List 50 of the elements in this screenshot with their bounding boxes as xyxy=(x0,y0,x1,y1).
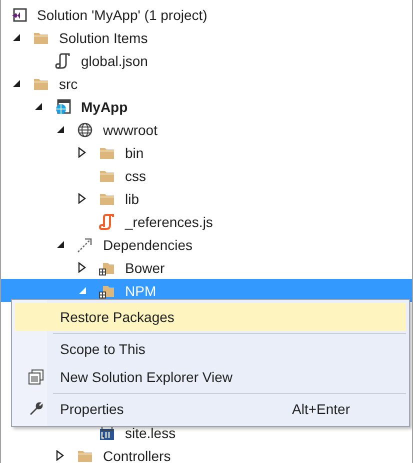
script-file-icon xyxy=(55,52,71,68)
tree-item[interactable]: Dependencies xyxy=(1,233,412,256)
wrench-icon xyxy=(28,401,44,417)
item-label: Solution Items xyxy=(59,30,148,46)
item-label: wwwroot xyxy=(103,122,158,138)
item-label: Controllers xyxy=(103,448,171,463)
tree-item[interactable]: Controllers xyxy=(1,444,412,463)
item-label: NPM xyxy=(125,282,156,298)
menu-item[interactable]: Scope to This xyxy=(15,335,406,363)
item-label: MyApp xyxy=(81,98,128,114)
tree-item[interactable]: Bower xyxy=(1,256,412,279)
item-label: src xyxy=(59,76,78,92)
tree-item[interactable]: Solution Items xyxy=(1,26,412,49)
item-label: lib xyxy=(125,190,140,206)
less-file-icon xyxy=(99,424,115,440)
windows-icon xyxy=(28,369,44,385)
web-project-icon xyxy=(55,98,71,114)
item-label: global.json xyxy=(81,52,148,68)
item-label: bin xyxy=(125,144,144,160)
item-label: Dependencies xyxy=(103,236,193,252)
tree-item[interactable]: MyApp xyxy=(1,95,412,118)
expand-arrow-icon[interactable] xyxy=(78,262,86,273)
tree-item[interactable]: wwwroot xyxy=(1,118,412,141)
tree-item[interactable]: Solution 'MyApp' (1 project) xyxy=(1,3,412,26)
item-label: site.less xyxy=(125,424,176,440)
expand-arrow-icon[interactable] xyxy=(56,450,64,461)
tree-item[interactable]: global.json xyxy=(1,49,412,72)
script-file-icon xyxy=(99,214,115,230)
tree-item[interactable]: css xyxy=(1,164,412,187)
expand-arrow-icon[interactable] xyxy=(78,193,86,204)
solution-icon xyxy=(11,6,27,22)
tree-item[interactable]: lib xyxy=(1,187,412,210)
item-label: _references.js xyxy=(125,214,213,230)
collapse-arrow-icon[interactable] xyxy=(34,102,42,111)
dashed-arrow-icon xyxy=(77,236,93,252)
expand-arrow-icon[interactable] xyxy=(78,147,86,158)
collapse-arrow-icon[interactable] xyxy=(56,240,64,249)
tree-item[interactable]: _references.js xyxy=(1,210,412,233)
menu-item[interactable]: Restore Packages xyxy=(15,303,406,331)
item-label: Solution 'MyApp' (1 project) xyxy=(37,6,208,22)
collapse-arrow-icon[interactable] xyxy=(12,33,20,42)
item-label: css xyxy=(125,168,146,184)
collapse-arrow-icon[interactable] xyxy=(12,79,20,88)
tree-item[interactable]: src xyxy=(1,72,412,95)
item-label: Bower xyxy=(125,260,165,276)
menu-item[interactable]: New Solution Explorer View xyxy=(15,363,406,391)
globe-icon xyxy=(77,122,93,138)
tree-item[interactable]: bin xyxy=(1,141,412,164)
collapse-arrow-icon[interactable] xyxy=(56,125,64,134)
menu-item[interactable]: Properties Alt+Enter xyxy=(15,395,406,423)
